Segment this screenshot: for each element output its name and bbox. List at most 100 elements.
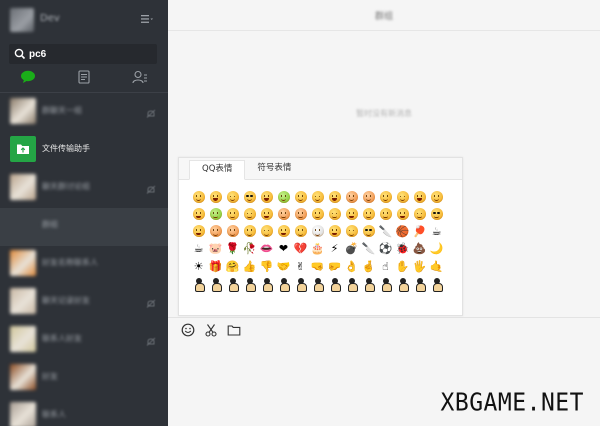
- emoji-item[interactable]: ☀: [190, 258, 207, 275]
- emoji-item[interactable]: 🎁: [207, 258, 224, 275]
- emoji-item[interactable]: [258, 275, 275, 292]
- chat-list-item[interactable]: 联系人好友: [0, 322, 168, 360]
- emoji-item[interactable]: [360, 275, 377, 292]
- emoji-item[interactable]: [343, 205, 360, 222]
- emoji-item[interactable]: ✌: [292, 258, 309, 275]
- emoji-item[interactable]: [309, 275, 326, 292]
- emoji-item[interactable]: [258, 188, 275, 205]
- emoji-item[interactable]: [394, 188, 411, 205]
- emoji-item[interactable]: [394, 205, 411, 222]
- emoji-item[interactable]: [275, 223, 292, 240]
- emoji-button[interactable]: [180, 322, 195, 337]
- chat-list-item[interactable]: 好友: [0, 360, 168, 398]
- emoji-item[interactable]: [224, 223, 241, 240]
- emoji-item[interactable]: [377, 205, 394, 222]
- emoji-item[interactable]: [292, 223, 309, 240]
- tab-chat[interactable]: [0, 66, 56, 88]
- emoji-item[interactable]: 🥀: [241, 240, 258, 257]
- tab-contacts-card[interactable]: [56, 66, 112, 88]
- chat-list-item[interactable]: 聊天群讨论组: [0, 170, 168, 208]
- emoji-item[interactable]: 🔪: [377, 223, 394, 240]
- emoji-item[interactable]: 🏀: [394, 223, 411, 240]
- emoji-item[interactable]: [377, 275, 394, 292]
- emoji-item[interactable]: [275, 275, 292, 292]
- emoji-item[interactable]: [258, 205, 275, 222]
- emoji-item[interactable]: [207, 188, 224, 205]
- emoji-item[interactable]: 🤞: [360, 258, 377, 275]
- emoji-item[interactable]: [241, 205, 258, 222]
- emoji-item[interactable]: [241, 188, 258, 205]
- emoji-item[interactable]: [343, 223, 360, 240]
- screenshot-button[interactable]: [203, 322, 218, 337]
- emoji-item[interactable]: [241, 275, 258, 292]
- emoji-item[interactable]: [309, 205, 326, 222]
- emoji-item[interactable]: 👍: [241, 258, 258, 275]
- emoji-item[interactable]: [190, 188, 207, 205]
- emoji-item[interactable]: 🤙: [428, 258, 445, 275]
- emoji-item[interactable]: [326, 188, 343, 205]
- emoji-item[interactable]: ⚡: [326, 240, 343, 257]
- emoji-item[interactable]: 👄: [258, 240, 275, 257]
- emoji-item[interactable]: 🐞: [394, 240, 411, 257]
- emoji-item[interactable]: [428, 205, 445, 222]
- emoji-item[interactable]: 🤜: [309, 258, 326, 275]
- tab-symbol-emoji[interactable]: 符号表情: [245, 159, 303, 179]
- emoji-item[interactable]: [292, 205, 309, 222]
- emoji-item[interactable]: ☕: [190, 240, 207, 257]
- emoji-item[interactable]: [309, 223, 326, 240]
- chat-list-item[interactable]: 联系人: [0, 398, 168, 426]
- chat-list-item[interactable]: 群聊天一组: [0, 94, 168, 132]
- emoji-item[interactable]: [224, 205, 241, 222]
- emoji-item[interactable]: [360, 205, 377, 222]
- emoji-item[interactable]: 🔪: [360, 240, 377, 257]
- emoji-item[interactable]: [428, 188, 445, 205]
- emoji-item[interactable]: [343, 275, 360, 292]
- chat-list-item[interactable]: 聊天记录好友: [0, 284, 168, 322]
- emoji-item[interactable]: [394, 275, 411, 292]
- emoji-item[interactable]: [190, 205, 207, 222]
- send-file-button[interactable]: [226, 322, 241, 337]
- emoji-item[interactable]: ⚽: [377, 240, 394, 257]
- emoji-item[interactable]: 🤛: [326, 258, 343, 275]
- emoji-item[interactable]: [411, 275, 428, 292]
- emoji-item[interactable]: 💔: [292, 240, 309, 257]
- emoji-item[interactable]: [224, 275, 241, 292]
- emoji-item[interactable]: 👎: [258, 258, 275, 275]
- chat-list-item[interactable]: 群组: [0, 208, 168, 246]
- emoji-item[interactable]: [224, 188, 241, 205]
- emoji-item[interactable]: 🌙: [428, 240, 445, 257]
- emoji-item[interactable]: ☝: [377, 258, 394, 275]
- emoji-item[interactable]: [292, 275, 309, 292]
- emoji-item[interactable]: [326, 205, 343, 222]
- emoji-item[interactable]: [190, 275, 207, 292]
- emoji-item[interactable]: [343, 188, 360, 205]
- emoji-item[interactable]: [275, 205, 292, 222]
- emoji-item[interactable]: 🤝: [275, 258, 292, 275]
- emoji-item[interactable]: [411, 205, 428, 222]
- emoji-item[interactable]: [326, 275, 343, 292]
- emoji-item[interactable]: 🏓: [411, 223, 428, 240]
- emoji-item[interactable]: [360, 188, 377, 205]
- menu-icon[interactable]: [140, 12, 154, 26]
- emoji-item[interactable]: ❤: [275, 240, 292, 257]
- search-box[interactable]: [9, 44, 157, 64]
- emoji-item[interactable]: ☕: [428, 223, 445, 240]
- emoji-item[interactable]: [207, 205, 224, 222]
- emoji-item[interactable]: [207, 223, 224, 240]
- emoji-item[interactable]: 💣: [343, 240, 360, 257]
- emoji-item[interactable]: [258, 223, 275, 240]
- emoji-item[interactable]: [309, 188, 326, 205]
- emoji-item[interactable]: [241, 223, 258, 240]
- search-input[interactable]: [29, 44, 153, 64]
- avatar[interactable]: [10, 8, 34, 32]
- emoji-item[interactable]: [292, 188, 309, 205]
- emoji-item[interactable]: 💩: [411, 240, 428, 257]
- emoji-item[interactable]: 🖐: [411, 258, 428, 275]
- emoji-item[interactable]: 🎂: [309, 240, 326, 257]
- emoji-item[interactable]: [190, 223, 207, 240]
- emoji-item[interactable]: 👌: [343, 258, 360, 275]
- chat-list-item[interactable]: 文件传输助手: [0, 132, 168, 170]
- emoji-item[interactable]: [207, 275, 224, 292]
- emoji-item[interactable]: [428, 275, 445, 292]
- emoji-item[interactable]: [360, 223, 377, 240]
